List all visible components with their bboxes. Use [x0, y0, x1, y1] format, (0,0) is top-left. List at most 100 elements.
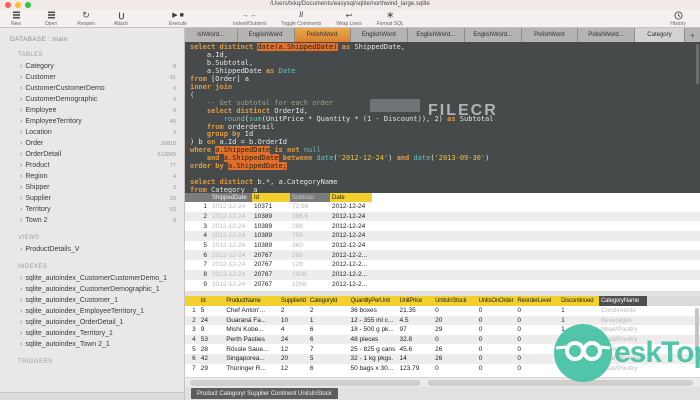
left-hscrollbar[interactable]	[190, 379, 420, 386]
sidebar-table-category[interactable]: › Category 8	[0, 61, 184, 72]
column-header-discontinued[interactable]: Discontinued	[559, 296, 599, 306]
orders-grid-row[interactable]: 1 2012-12-24 10371 72.96 2012-12-24	[185, 202, 700, 212]
tab-polishword-6[interactable]: PolishWord	[521, 28, 578, 42]
cell: 21.35	[397, 306, 434, 316]
cell: 20	[278, 353, 308, 364]
tab-englishword-4[interactable]: EnglishWord...	[407, 28, 465, 42]
column-header-id[interactable]: Id	[198, 296, 225, 306]
sidebar-table-region[interactable]: › Region 4	[0, 171, 184, 182]
sidebar-index-sqlite-autoindex-customercustomerdemo-1[interactable]: › sqlite_autoindex_CustomerCustomerDemo_1	[0, 273, 184, 284]
toolbar-new-button[interactable]: New	[6, 11, 26, 27]
cell: 396.6	[290, 211, 330, 222]
sidebar-table-shipper[interactable]: › Shipper 3	[0, 182, 184, 193]
sidebar-table-customerdemographic[interactable]: › CustomerDemographic 0	[0, 94, 184, 105]
sidebar-view-productdetails-v[interactable]: › ProductDetails_V	[0, 244, 184, 255]
column-header-id[interactable]: Id	[252, 193, 290, 202]
sidebar-table-employee[interactable]: › Employee 9	[0, 105, 184, 116]
sidebar-table-territory[interactable]: › Territory 53	[0, 204, 184, 215]
sidebar-index-sqlite-autoindex-employeeterritory-1[interactable]: › sqlite_autoindex_EmployeeTerritory_1	[0, 306, 184, 317]
toolbar-indent-outdent-button[interactable]: → ← Indent/Outdent	[233, 11, 266, 27]
new-tab-button[interactable]: +	[684, 28, 700, 42]
column-header-date[interactable]: Date	[330, 193, 372, 202]
cell: 2012-12-2...	[330, 250, 372, 261]
orders-grid-row[interactable]: 4 2012-12-24 10389 756 2012-12-24	[185, 231, 700, 241]
sidebar-index-name: sqlite_autoindex_Town 2_1	[25, 341, 110, 348]
cell: 0	[476, 353, 516, 364]
code-token: from	[190, 186, 207, 193]
tab-ishword-0[interactable]: ishWord...	[185, 28, 238, 42]
attach-icon	[117, 11, 126, 20]
chevron-right-icon: ›	[20, 151, 23, 158]
sidebar-index-sqlite-autoindex-customer-1[interactable]: › sqlite_autoindex_Customer_1	[0, 295, 184, 306]
column-header-shippeddate[interactable]: ShippedDate	[210, 193, 252, 202]
cell: 5	[185, 240, 210, 251]
toolbar-execute-button[interactable]: ▶ ■ Execute	[168, 11, 188, 27]
sidebar-index-sqlite-autoindex-territory-1[interactable]: › sqlite_autoindex_Territory_1	[0, 328, 184, 339]
sidebar-table-name: Location	[25, 129, 52, 136]
tab-englishword-3[interactable]: EnglishWord	[350, 28, 408, 42]
toolbar-format-sql-button[interactable]: ∗ Format SQL	[377, 11, 404, 28]
orders-grid-row[interactable]: 7 2012-12-24 20767 128 2012-12-2...	[185, 260, 700, 270]
column-header-subtotal[interactable]: Subtotal	[290, 193, 330, 202]
orders-grid-row[interactable]: 3 2012-12-24 10389 288 2012-12-24	[185, 221, 700, 232]
sidebar-table-product[interactable]: › Product 77	[0, 160, 184, 171]
orders-grid-row[interactable]: 6 2012-12-24 20767 288 2012-12-2...	[185, 250, 700, 261]
editor-scrollbar[interactable]	[696, 44, 699, 84]
column-header-categoryname[interactable]: CategoryName	[598, 296, 647, 306]
code-token: as	[341, 43, 351, 51]
chevron-right-icon: ›	[20, 319, 23, 326]
sidebar-table-town-2[interactable]: › Town 2 8	[0, 215, 184, 226]
desktop-logo-icon	[554, 324, 612, 382]
result-tab[interactable]: Product Category/ Supplier Continent Uni…	[191, 388, 338, 399]
tab-category-8[interactable]: Category	[634, 28, 685, 42]
orders-grid-row[interactable]: 2 2012-12-24 10389 396.6 2012-12-24	[185, 211, 700, 222]
sidebar-table-employeeterritory[interactable]: › EmployeeTerritory 49	[0, 116, 184, 127]
cell: 12 - 355 ml c...	[348, 315, 398, 326]
toolbar-toggle-comments-button[interactable]: // Toggle Comments	[281, 11, 321, 27]
result-grid-orders: ShippedDate Id Subtotal Date 1 2012-12-24 1037…	[185, 193, 700, 291]
column-header-quantityperunit[interactable]: QuantityPerUnit	[348, 296, 398, 306]
code-token: order by	[190, 162, 224, 171]
sidebar-index-sqlite-autoindex-orderdetail-1[interactable]: › sqlite_autoindex_OrderDetail_1	[0, 317, 184, 328]
sidebar-index-sqlite-autoindex-customerdemographic-1[interactable]: › sqlite_autoindex_CustomerDemographic_1	[0, 284, 184, 295]
orders-grid-row[interactable]: 5 2012-12-24 10389 360 2012-12-24	[185, 240, 700, 251]
sidebar-table-customer[interactable]: › Customer 91	[0, 72, 184, 83]
column-header-unitsinstock[interactable]: UnitsInStock	[433, 296, 477, 306]
cell: 0	[476, 325, 516, 335]
toolbar-wrap-lines-button[interactable]: ↩ Wrap Lines	[336, 11, 361, 27]
toolbar-toggle-comments-label: Toggle Comments	[281, 21, 322, 27]
toolbar-reopen-button[interactable]: ↻ Reopen	[76, 11, 96, 28]
column-header-unitsonorder[interactable]: UnitsOnOrder	[476, 296, 516, 306]
tab-englishword-5[interactable]: EnglishWord...	[464, 28, 522, 42]
sidebar-index-sqlite-autoindex-town-2-1[interactable]: › sqlite_autoindex_Town 2_1	[0, 339, 184, 350]
sidebar-table-name: Category	[25, 63, 54, 70]
column-header-supplierid[interactable]: SupplierId	[278, 296, 308, 306]
column-header-categoryid[interactable]: CategoryId	[307, 296, 349, 306]
column-header-unitprice[interactable]: UnitPrice	[397, 296, 434, 306]
cell: 32 - 1 kg pkgs.	[348, 353, 398, 364]
cell: 288	[290, 221, 330, 232]
toolbar-open-button[interactable]: Open	[41, 11, 61, 27]
tab-polishword-2[interactable]: PolishWord	[294, 28, 351, 42]
products-grid-row[interactable]: 1 5 Chef Anton'... 2 2 36 boxes 21.35 0 0 0 1 Condi…	[185, 306, 700, 316]
code-token: select distinct	[190, 43, 258, 51]
sidebar-table-orderdetail[interactable]: › OrderDetail 613843	[0, 149, 184, 160]
tab-englishword-1[interactable]: EnglishWord	[237, 28, 295, 42]
tab-polishword-7[interactable]: PolishWord...	[577, 28, 635, 42]
chevron-right-icon: ›	[20, 195, 23, 202]
sidebar-table-location[interactable]: › Location 3	[0, 127, 184, 138]
row-count-badge: 49	[169, 118, 176, 125]
sidebar-table-supplier[interactable]: › Supplier 29	[0, 193, 184, 204]
orders-grid-row[interactable]: 9 2012-12-24 20767 1268 2012-12-2...	[185, 279, 700, 290]
cell: 2	[278, 306, 308, 316]
column-header-reorderlevel[interactable]: ReorderLevel	[515, 296, 560, 306]
search-highlight: a.ShippedDate;	[227, 162, 287, 171]
column-header-productname[interactable]: ProductName	[224, 296, 279, 306]
sidebar-table-order[interactable]: › Order 16818	[0, 138, 184, 149]
orders-grid-row[interactable]: 8 2012-12-24 20767 1008 2012-12-2...	[185, 269, 700, 280]
sidebar-table-customercustomerdemo[interactable]: › CustomerCustomerDemo 0	[0, 83, 184, 94]
cell-empty	[372, 211, 700, 222]
toolbar-history-button[interactable]: History	[668, 11, 688, 27]
toolbar-attach-button[interactable]: Attach	[111, 11, 131, 27]
